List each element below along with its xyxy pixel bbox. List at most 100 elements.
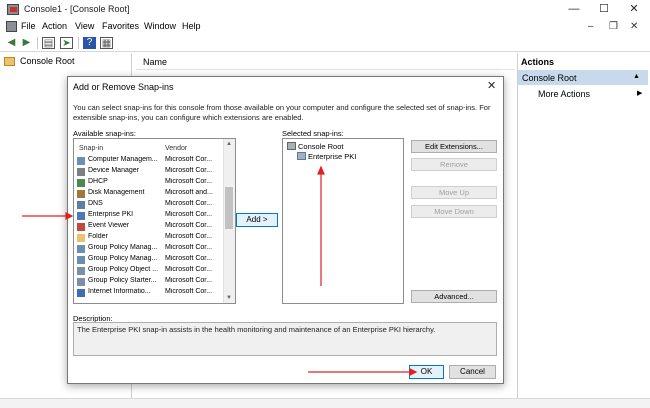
advanced-button[interactable]: Advanced...: [411, 290, 497, 303]
menu-bar: [0, 19, 650, 35]
description-text: The Enterprise PKI snap-in assists in th…: [77, 325, 436, 334]
snapin-icon: [77, 256, 85, 264]
snapin-vendor: Microsoft Cor...: [165, 156, 213, 163]
move-up-button[interactable]: Move Up: [411, 186, 497, 199]
snapin-icon: [77, 278, 85, 286]
edit-extensions-button[interactable]: Edit Extensions...: [411, 140, 497, 153]
dialog-intro-text: You can select snap-ins for this console…: [73, 103, 491, 122]
status-bar: [0, 398, 650, 408]
snapin-name: DHCP: [88, 178, 108, 185]
snapin-vendor: Microsoft Cor...: [165, 244, 213, 251]
mmc-app-icon: [7, 4, 19, 15]
mdi-close-button[interactable]: ✕: [630, 21, 638, 32]
console-icon[interactable]: [6, 21, 17, 32]
snapin-icon: [77, 201, 85, 209]
snapin-vendor: Microsoft Cor...: [165, 288, 213, 295]
snapin-icon: [77, 179, 85, 187]
console-root-icon: [287, 142, 296, 150]
snapin-icon: [77, 157, 85, 165]
snapin-vendor: Microsoft Cor...: [165, 167, 213, 174]
snapin-icon: [77, 234, 85, 242]
scroll-up-icon[interactable]: ▲: [225, 140, 233, 148]
help-icon[interactable]: ?: [83, 37, 96, 49]
snapin-icon: [77, 212, 85, 220]
snapin-name: Group Policy Manag...: [88, 244, 158, 251]
selected-item-enterprise-pki[interactable]: Enterprise PKI: [308, 152, 356, 161]
mdi-restore-button[interactable]: ❐: [609, 21, 618, 32]
close-button[interactable]: ✕: [619, 0, 649, 19]
snapin-name: Event Viewer: [88, 222, 130, 229]
snapin-vendor: Microsoft Cor...: [165, 211, 213, 218]
snapin-name: Computer Managem...: [88, 156, 158, 163]
snapin-icon: [77, 289, 85, 297]
move-down-button[interactable]: Move Down: [411, 205, 497, 218]
available-snapins-label: Available snap-ins:: [73, 129, 136, 138]
menu-view[interactable]: View: [75, 21, 94, 31]
snapin-vendor: Microsoft Cor...: [165, 255, 213, 262]
snapin-icon: [77, 223, 85, 231]
snapin-name: Group Policy Manag...: [88, 255, 158, 262]
menu-favorites[interactable]: Favorites: [102, 21, 139, 31]
chevron-right-icon: ▶: [637, 90, 643, 97]
toolbar-separator: [78, 37, 79, 49]
snapin-icon: [77, 267, 85, 275]
dialog-close-button[interactable]: ✕: [487, 79, 496, 92]
snapin-name: Group Policy Starter...: [88, 277, 157, 284]
collapse-icon[interactable]: ▲: [633, 73, 640, 80]
snapin-vendor: Microsoft Cor...: [165, 200, 213, 207]
cancel-button[interactable]: Cancel: [449, 365, 496, 379]
tree-item-console-root[interactable]: Console Root: [4, 56, 84, 68]
minimize-button[interactable]: —: [559, 0, 589, 19]
actions-title: Actions: [521, 57, 555, 67]
column-header-snapin[interactable]: Snap-in: [79, 145, 103, 152]
ok-button[interactable]: OK: [409, 365, 444, 379]
folder-icon: [4, 57, 15, 66]
results-header: [136, 53, 515, 70]
enterprise-pki-icon: [297, 152, 306, 160]
snapin-name: Device Manager: [88, 167, 139, 174]
snapin-vendor: Microsoft Cor...: [165, 178, 213, 185]
snapin-name: Group Policy Object ...: [88, 266, 159, 273]
mdi-minimize-button[interactable]: –: [588, 21, 594, 32]
selected-snapins-list[interactable]: [282, 138, 404, 304]
actions-section-label: Console Root: [522, 73, 577, 83]
snapin-name: DNS: [88, 200, 103, 207]
tree-item-label: Console Root: [20, 56, 75, 66]
menu-action[interactable]: Action: [42, 21, 67, 31]
toolbar: [0, 35, 650, 52]
selected-snapins-label: Selected snap-ins:: [282, 129, 344, 138]
window-title: Console1 - [Console Root]: [24, 4, 130, 14]
snapin-vendor: Microsoft Cor...: [165, 266, 213, 273]
snapin-name: Folder: [88, 233, 108, 240]
snapin-icon: [77, 168, 85, 176]
show-hide-tree-icon[interactable]: ▤: [42, 37, 55, 49]
forward-icon[interactable]: ▶: [20, 37, 33, 49]
snapin-vendor: Microsoft Cor...: [165, 277, 213, 284]
back-icon[interactable]: ◀: [5, 37, 18, 49]
column-header-vendor[interactable]: Vendor: [165, 145, 187, 152]
selected-item-console-root[interactable]: Console Root: [298, 142, 343, 151]
snapin-vendor: Microsoft and...: [165, 189, 213, 196]
more-actions-link[interactable]: More Actions: [538, 89, 590, 99]
properties-icon[interactable]: ▦: [100, 37, 113, 49]
snapin-vendor: Microsoft Cor...: [165, 222, 213, 229]
export-list-icon[interactable]: ➤: [60, 37, 73, 49]
actions-pane: [517, 53, 650, 408]
dialog-title: Add or Remove Snap-ins: [73, 82, 174, 92]
snapin-name: Disk Management: [88, 189, 145, 196]
column-header-name[interactable]: Name: [143, 57, 167, 67]
snapin-name: Internet Informatio...: [88, 288, 151, 295]
menu-help[interactable]: Help: [182, 21, 201, 31]
scrollbar-thumb[interactable]: [225, 187, 233, 229]
scroll-down-icon[interactable]: ▼: [225, 294, 233, 302]
menu-file[interactable]: File: [21, 21, 36, 31]
maximize-button[interactable]: ☐: [589, 0, 619, 19]
snapin-icon: [77, 245, 85, 253]
snapin-name: Enterprise PKI: [88, 211, 134, 218]
menu-window[interactable]: Window: [144, 21, 176, 31]
snapin-icon: [77, 190, 85, 198]
add-button[interactable]: Add >: [236, 213, 278, 227]
toolbar-separator: [37, 37, 38, 49]
remove-button[interactable]: Remove: [411, 158, 497, 171]
snapin-vendor: Microsoft Cor...: [165, 233, 213, 240]
